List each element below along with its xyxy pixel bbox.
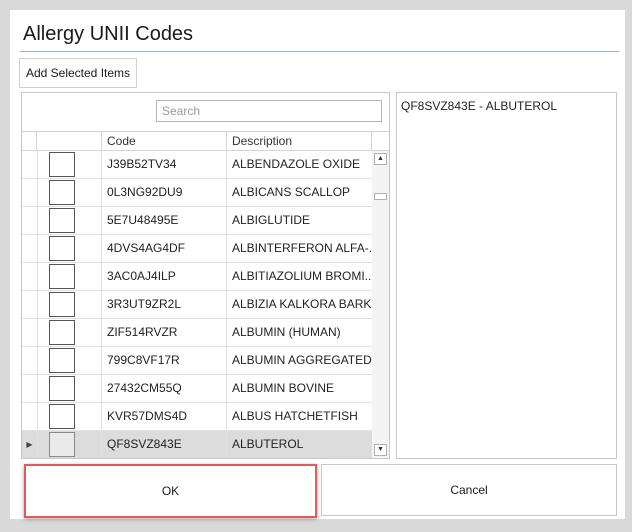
code-cell: QF8SVZ843E [102, 431, 227, 458]
search-input[interactable] [156, 100, 382, 122]
scroll-thumb[interactable] [374, 193, 387, 200]
code-cell: 0L3NG92DU9 [102, 179, 227, 206]
row-indicator-cell [22, 179, 38, 206]
header-indicator-cell [22, 132, 37, 150]
row-checkbox[interactable] [49, 180, 75, 205]
row-indicator-cell [22, 151, 38, 178]
checkbox-cell [37, 235, 102, 262]
checkbox-cell [37, 291, 102, 318]
table-row[interactable]: 3AC0AJ4ILP ALBITIAZOLIUM BROMI... [22, 263, 372, 291]
row-checkbox[interactable] [49, 432, 75, 457]
table-row[interactable]: 5E7U48495E ALBIGLUTIDE [22, 207, 372, 235]
selected-item[interactable]: QF8SVZ843E - ALBUTEROL [401, 99, 612, 113]
row-checkbox[interactable] [49, 320, 75, 345]
row-checkbox[interactable] [49, 348, 75, 373]
description-cell: ALBUS HATCHETFISH [232, 409, 358, 423]
table-row[interactable]: 0L3NG92DU9 ALBICANS SCALLOP [22, 179, 372, 207]
description-cell: ALBUTEROL [232, 437, 304, 451]
triangle-right-icon: ▶ [22, 431, 38, 458]
row-indicator-cell [22, 235, 38, 262]
code-cell: 3R3UT9ZR2L [102, 291, 227, 318]
checkbox-cell [37, 347, 102, 374]
row-checkbox[interactable] [49, 236, 75, 261]
checkbox-cell [37, 375, 102, 402]
checkbox-cell [37, 179, 102, 206]
cancel-button[interactable]: Cancel [321, 464, 617, 516]
description-cell: ALBUMIN BOVINE [232, 381, 335, 395]
row-checkbox[interactable] [49, 208, 75, 233]
table-row[interactable]: ZIF514RVZR ALBUMIN (HUMAN) [22, 319, 372, 347]
table-row[interactable]: 799C8VF17R ALBUMIN AGGREGATED [22, 347, 372, 375]
title-divider [20, 51, 619, 52]
code-cell: 3AC0AJ4ILP [102, 263, 227, 290]
codes-grid: Code Description J39B52TV34 ALBENDAZOLE O… [21, 92, 390, 459]
row-checkbox[interactable] [49, 376, 75, 401]
description-cell: ALBICANS SCALLOP [232, 185, 351, 199]
table-row[interactable]: J39B52TV34 ALBENDAZOLE OXIDE [22, 151, 372, 179]
checkbox-cell [37, 403, 102, 430]
row-indicator-cell [22, 403, 38, 430]
add-selected-items-button[interactable]: Add Selected Items [19, 58, 137, 88]
checkbox-cell [37, 431, 102, 458]
description-cell: ALBIZIA KALKORA BARK [232, 297, 372, 311]
code-cell: 27432CM55Q [102, 375, 227, 402]
scroll-up-icon[interactable]: ▲ [374, 153, 387, 165]
description-cell: ALBENDAZOLE OXIDE [232, 157, 361, 171]
code-cell: 4DVS4AG4DF [102, 235, 227, 262]
row-indicator-cell [22, 347, 38, 374]
table-row[interactable]: 4DVS4AG4DF ALBINTERFERON ALFA-... [22, 235, 372, 263]
code-cell: 799C8VF17R [102, 347, 227, 374]
description-cell: ALBINTERFERON ALFA-... [232, 241, 372, 255]
header-description[interactable]: Description [227, 132, 372, 150]
row-indicator-cell [22, 375, 38, 402]
checkbox-cell [37, 207, 102, 234]
row-indicator-cell [22, 263, 38, 290]
description-cell: ALBIGLUTIDE [232, 213, 311, 227]
row-checkbox[interactable] [49, 264, 75, 289]
code-cell: KVR57DMS4D [102, 403, 227, 430]
grid-header: Code Description [22, 131, 389, 151]
header-checkbox-cell [37, 132, 102, 150]
code-cell: J39B52TV34 [102, 151, 227, 178]
vertical-scrollbar[interactable]: ▲ ▼ [372, 151, 389, 458]
selected-items-list: QF8SVZ843E - ALBUTEROL [396, 92, 617, 459]
table-row[interactable]: 3R3UT9ZR2L ALBIZIA KALKORA BARK [22, 291, 372, 319]
checkbox-cell [37, 319, 102, 346]
table-row[interactable]: KVR57DMS4D ALBUS HATCHETFISH [22, 403, 372, 431]
row-indicator-cell [22, 291, 38, 318]
dialog-window: Allergy UNII Codes Add Selected Items Co… [10, 10, 625, 519]
description-cell: ALBITIAZOLIUM BROMI... [232, 269, 372, 283]
row-indicator-cell [22, 207, 38, 234]
code-cell: ZIF514RVZR [102, 319, 227, 346]
row-checkbox[interactable] [49, 404, 75, 429]
code-cell: 5E7U48495E [102, 207, 227, 234]
description-cell: ALBUMIN AGGREGATED [232, 353, 372, 367]
table-row[interactable]: 27432CM55Q ALBUMIN BOVINE [22, 375, 372, 403]
table-row[interactable]: ▶ QF8SVZ843E ALBUTEROL [22, 431, 372, 458]
dialog-title: Allergy UNII Codes [23, 23, 194, 45]
scroll-down-icon[interactable]: ▼ [374, 444, 387, 456]
checkbox-cell [37, 151, 102, 178]
ok-button[interactable]: OK [24, 464, 317, 518]
row-checkbox[interactable] [49, 152, 75, 177]
checkbox-cell [37, 263, 102, 290]
grid-rows: J39B52TV34 ALBENDAZOLE OXIDE 0L3NG92DU9 ALB… [22, 151, 372, 458]
header-code[interactable]: Code [102, 132, 227, 150]
row-indicator-cell [22, 319, 38, 346]
description-cell: ALBUMIN (HUMAN) [232, 325, 341, 339]
row-checkbox[interactable] [49, 292, 75, 317]
